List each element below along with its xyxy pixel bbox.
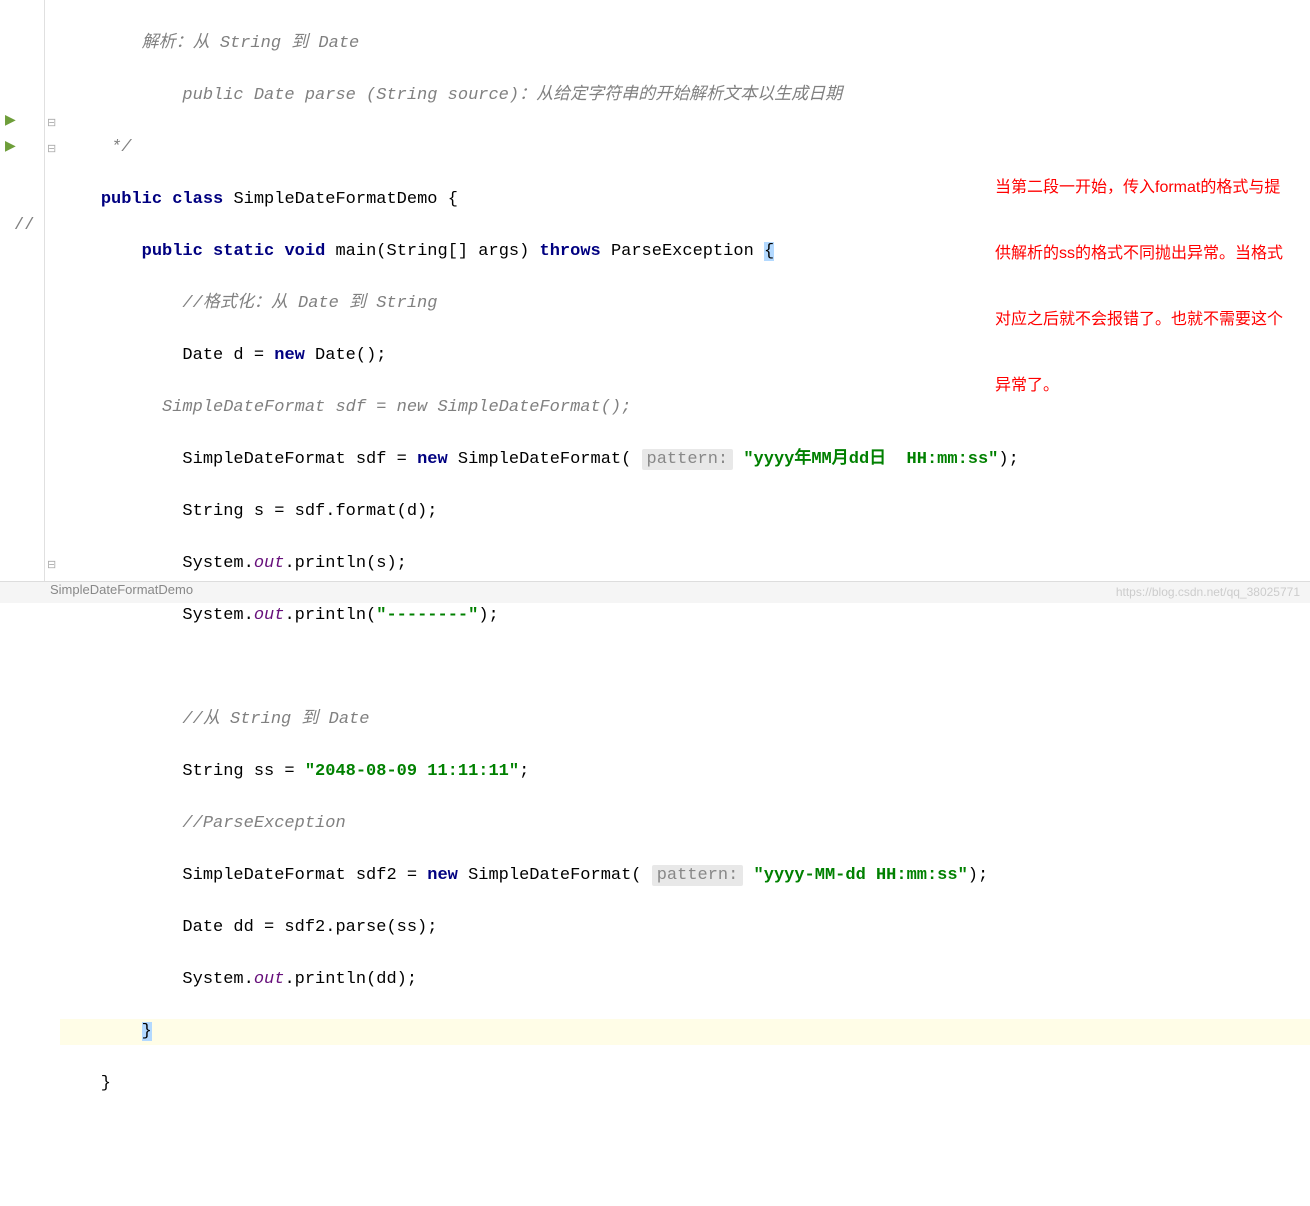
- string-literal: "yyyy年MM月dd日 HH:mm:ss": [743, 450, 998, 469]
- keyword: new: [274, 346, 305, 365]
- comment-text: public Date parse (String source)：从给定字符串…: [60, 86, 842, 105]
- field: out: [254, 970, 285, 989]
- watermark: https://blog.csdn.net/qq_38025771: [1116, 585, 1300, 599]
- code-text: String ss =: [60, 762, 305, 781]
- code-text: SimpleDateFormat sdf =: [60, 450, 417, 469]
- code-text: String s = sdf.format(d);: [60, 502, 437, 521]
- annotation-line: 当第二段一开始，传入format的格式与提: [995, 177, 1295, 199]
- method-sig: main(String[] args): [335, 242, 539, 261]
- fold-gutter: ⊟ ⊟ ⊟: [45, 0, 60, 603]
- code-text: Date d =: [60, 346, 274, 365]
- keyword: public: [101, 190, 162, 209]
- brace-highlight: }: [142, 1022, 152, 1041]
- comment-text: 解析：从 String 到 Date: [60, 34, 359, 53]
- code-text: System.: [60, 970, 254, 989]
- param-hint: pattern:: [642, 449, 734, 470]
- run-icon[interactable]: ▶: [5, 112, 16, 129]
- comment-text: //格式化：从 Date 到 String: [60, 294, 437, 313]
- brace-highlight: {: [764, 242, 774, 261]
- keyword: throws: [540, 242, 601, 261]
- comment-text: */: [60, 138, 131, 157]
- comment-text: SimpleDateFormat sdf = new SimpleDateFor…: [60, 398, 631, 417]
- code-text: SimpleDateFormat sdf2 =: [60, 866, 427, 885]
- code-text: SimpleDateFormat(: [458, 866, 652, 885]
- keyword: public: [142, 242, 203, 261]
- code-text: System.: [60, 606, 254, 625]
- code-text: );: [968, 866, 988, 885]
- string-literal: "--------": [376, 606, 478, 625]
- gutter: ▶ ▶: [0, 0, 45, 603]
- tab-label[interactable]: SimpleDateFormatDemo: [50, 582, 193, 597]
- param-hint: pattern:: [652, 865, 744, 886]
- bottom-tab-bar: SimpleDateFormatDemo: [0, 581, 1310, 603]
- code-text: .println(dd);: [284, 970, 417, 989]
- code-text: }: [60, 1074, 111, 1093]
- annotation-overlay: 当第二段一开始，传入format的格式与提 供解析的ss的格式不同抛出异常。当格…: [995, 133, 1295, 441]
- annotation-line: 供解析的ss的格式不同抛出异常。当格式: [995, 243, 1295, 265]
- code-text: );: [478, 606, 498, 625]
- comment-text: //ParseException: [60, 814, 346, 833]
- code-text: SimpleDateFormat(: [448, 450, 642, 469]
- string-literal: "2048-08-09 11:11:11": [305, 762, 519, 781]
- code-text: );: [998, 450, 1018, 469]
- keyword: new: [417, 450, 448, 469]
- code-text: Date dd = sdf2.parse(ss);: [60, 918, 437, 937]
- code-text: Date();: [305, 346, 387, 365]
- class-name: SimpleDateFormatDemo {: [233, 190, 457, 209]
- keyword: new: [427, 866, 458, 885]
- field: out: [254, 554, 285, 573]
- code-text: System.: [60, 554, 254, 573]
- exception: ParseException: [611, 242, 764, 261]
- code-text: ;: [519, 762, 529, 781]
- code-text: .println(s);: [284, 554, 406, 573]
- fold-icon[interactable]: ⊟: [47, 142, 56, 156]
- code-text: .println(: [284, 606, 376, 625]
- keyword: void: [284, 242, 325, 261]
- keyword: class: [172, 190, 223, 209]
- field: out: [254, 606, 285, 625]
- annotation-line: 异常了。: [995, 375, 1295, 397]
- fold-icon[interactable]: ⊟: [47, 116, 56, 130]
- annotation-line: 对应之后就不会报错了。也就不需要这个: [995, 309, 1295, 331]
- keyword: static: [213, 242, 274, 261]
- string-literal: "yyyy-MM-dd HH:mm:ss": [754, 866, 968, 885]
- comment-marker: //: [14, 213, 34, 239]
- code-text: [60, 1022, 142, 1041]
- comment-text: //从 String 到 Date: [60, 710, 369, 729]
- fold-icon[interactable]: ⊟: [47, 558, 56, 572]
- editor-container: ▶ ▶ ⊟ ⊟ ⊟ 解析：从 String 到 Date public Date…: [0, 0, 1310, 603]
- code-area[interactable]: 解析：从 String 到 Date public Date parse (St…: [60, 0, 1310, 603]
- run-icon[interactable]: ▶: [5, 138, 16, 155]
